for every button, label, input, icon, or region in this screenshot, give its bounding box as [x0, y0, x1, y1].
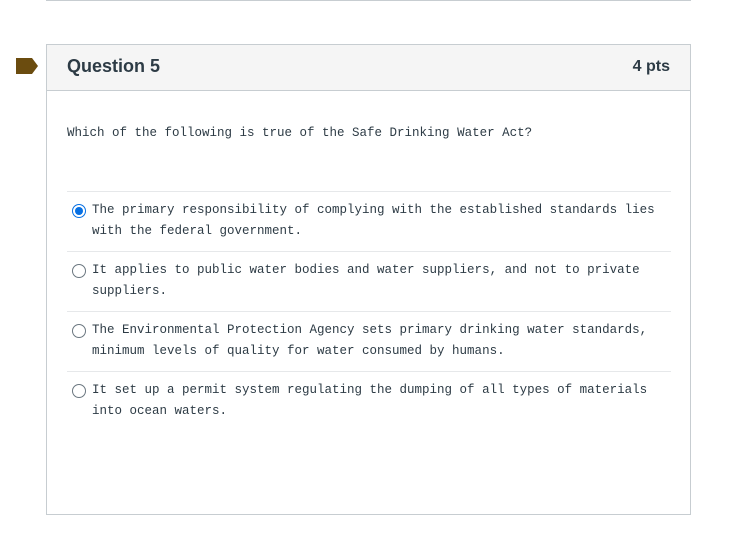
flag-icon[interactable] — [16, 58, 38, 74]
top-divider — [46, 0, 691, 1]
answer-list: The primary responsibility of complying … — [67, 191, 671, 431]
radio-button[interactable] — [72, 264, 86, 278]
answer-label[interactable]: It applies to public water bodies and wa… — [92, 260, 672, 302]
question-text: Which of the following is true of the Sa… — [67, 126, 533, 140]
question-points: 4 pts — [632, 58, 670, 75]
answer-option-1[interactable]: The primary responsibility of complying … — [67, 191, 671, 251]
answer-option-4[interactable]: It set up a permit system regulating the… — [67, 371, 671, 431]
answer-label[interactable]: It set up a permit system regulating the… — [92, 380, 672, 422]
answer-option-2[interactable]: It applies to public water bodies and wa… — [67, 251, 671, 311]
answer-label[interactable]: The primary responsibility of complying … — [92, 200, 672, 242]
answer-option-3[interactable]: The Environmental Protection Agency sets… — [67, 311, 671, 371]
radio-button-selected[interactable] — [72, 204, 86, 218]
question-card: Question 5 4 pts Which of the following … — [46, 44, 691, 515]
radio-button[interactable] — [72, 384, 86, 398]
question-title: Question 5 — [67, 56, 161, 76]
question-header: Question 5 4 pts — [47, 45, 690, 91]
answer-label[interactable]: The Environmental Protection Agency sets… — [92, 320, 672, 362]
radio-button[interactable] — [72, 324, 86, 338]
